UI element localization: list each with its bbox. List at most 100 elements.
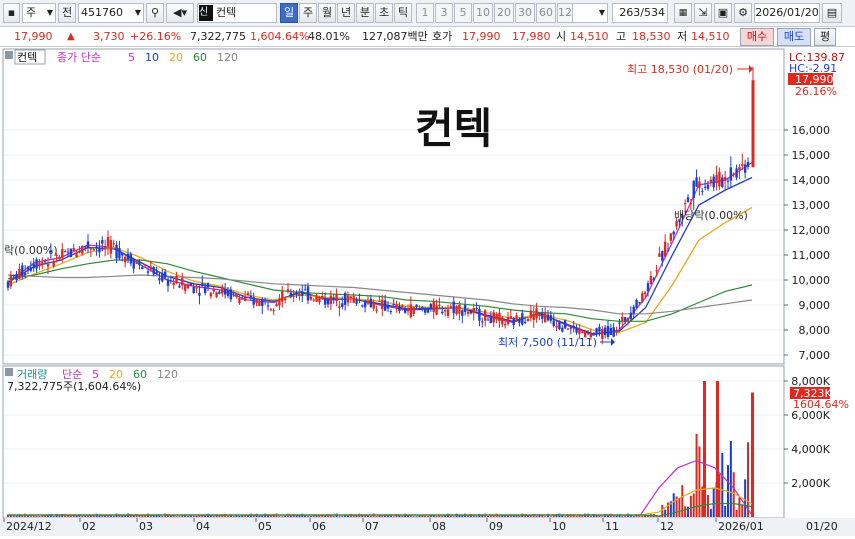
- volume-bar: [309, 515, 312, 517]
- period-tab-0[interactable]: 일: [280, 3, 298, 23]
- candle-body: [532, 313, 535, 320]
- candle-body: [546, 314, 550, 321]
- candle-body: [323, 298, 327, 305]
- volume-bar: [744, 479, 747, 517]
- interval-select[interactable]: ▼: [572, 3, 608, 23]
- candle-body: [138, 262, 141, 265]
- volume-bar: [112, 516, 115, 517]
- volume-bar: [692, 493, 695, 517]
- sell-button[interactable]: 매도: [777, 28, 811, 46]
- candle-body: [401, 305, 404, 308]
- candle-body: [606, 325, 610, 338]
- period-tab-6[interactable]: 틱: [394, 3, 412, 23]
- candle-body: [329, 295, 333, 305]
- calendar-icon[interactable]: ▤: [822, 3, 842, 23]
- candle-body: [458, 304, 461, 314]
- toolbar-square-icon[interactable]: ▪: [3, 3, 20, 23]
- candle-body: [709, 179, 713, 183]
- interval-tab-10[interactable]: 10: [473, 3, 493, 23]
- candle-body: [706, 184, 710, 189]
- volume-bar: [258, 515, 261, 517]
- period-tab-1[interactable]: 주: [299, 3, 317, 23]
- volume-bar: [38, 516, 41, 517]
- volume-bar: [212, 515, 215, 517]
- candle-body: [666, 250, 670, 252]
- zoom-icon[interactable]: ⇲: [694, 3, 712, 23]
- candle-body: [255, 299, 258, 304]
- volume-bar: [695, 433, 698, 517]
- candle-body: [601, 328, 604, 340]
- period-tab-5[interactable]: 초: [375, 3, 393, 23]
- volume-bar: [681, 485, 684, 517]
- candle-body: [409, 304, 413, 318]
- candle-body: [238, 298, 241, 304]
- save-icon[interactable]: ▣: [714, 3, 732, 23]
- volume-bar: [84, 515, 87, 517]
- x-tick-label: 06: [312, 520, 326, 533]
- candle-body: [575, 328, 578, 333]
- speaker-icon[interactable]: ◀▾: [166, 3, 194, 23]
- interval-tab-30[interactable]: 30: [515, 3, 535, 23]
- panel-menu-icon[interactable]: [5, 51, 13, 59]
- volume-bar: [338, 516, 341, 517]
- interval-tab-5[interactable]: 5: [454, 3, 472, 23]
- candle-body: [232, 292, 235, 294]
- buy-button[interactable]: 매수: [740, 28, 774, 46]
- low-label: 저: [677, 30, 688, 43]
- interval-tab-1[interactable]: 1: [416, 3, 434, 23]
- search-icon[interactable]: ⚲: [146, 3, 164, 23]
- candle-body: [658, 253, 661, 257]
- candle-body: [492, 312, 495, 323]
- interval-tab-3[interactable]: 3: [435, 3, 453, 23]
- high-label: 고: [616, 30, 627, 43]
- candle-body: [249, 295, 253, 299]
- volume-bar: [238, 516, 241, 517]
- volume-bar: [544, 516, 547, 517]
- stock-chart[interactable]: 컨텍 종가 단순 5 10 20 60 120 컨텍 최고 18,530 (01/20)…: [0, 48, 855, 536]
- date-field[interactable]: 2026/01/20: [754, 3, 820, 23]
- candle-body: [475, 308, 478, 310]
- candle-body: [301, 291, 304, 296]
- count-field[interactable]: 263/534: [612, 3, 668, 23]
- volume-bar: [81, 515, 84, 517]
- candle-body: [621, 316, 624, 322]
- candle-body: [569, 327, 573, 329]
- grid-icon[interactable]: ▦: [674, 3, 692, 23]
- code-input[interactable]: 451760 ▼: [78, 3, 144, 23]
- candle-body: [58, 256, 61, 260]
- candle-body: [266, 305, 270, 307]
- interval-tab-20[interactable]: 20: [494, 3, 514, 23]
- candle-body: [326, 300, 330, 305]
- candle-body: [312, 299, 315, 301]
- ask-price: 17,990: [462, 30, 501, 43]
- candle-body: [718, 171, 721, 187]
- candle-body: [603, 327, 607, 335]
- volume-bar: [35, 516, 38, 517]
- period-tab-3[interactable]: 년: [337, 3, 355, 23]
- price-change: 3,730: [93, 30, 125, 43]
- market-select[interactable]: 주 ▼: [22, 3, 56, 23]
- volume-bar: [192, 515, 195, 517]
- candle-body: [32, 263, 35, 269]
- new-badge: 신: [199, 5, 213, 21]
- period-tab-2[interactable]: 월: [318, 3, 336, 23]
- volume-menu-icon[interactable]: [5, 368, 13, 376]
- candle-body: [406, 310, 410, 312]
- candle-body: [695, 177, 698, 187]
- volume-bar: [684, 506, 687, 517]
- candle-body: [183, 284, 187, 291]
- vol-tick-label: 4,000K: [791, 443, 830, 456]
- interval-tab-60[interactable]: 60: [536, 3, 556, 23]
- candle-body: [281, 291, 284, 302]
- stock-name-field[interactable]: 신 컨텍: [197, 3, 277, 23]
- candle-body: [701, 190, 704, 192]
- stock-name: 컨텍: [216, 6, 237, 19]
- evaluate-button[interactable]: 평: [814, 28, 836, 46]
- candle-body: [226, 290, 230, 296]
- volume-bar: [724, 506, 727, 517]
- period-tab-4[interactable]: 분: [356, 3, 374, 23]
- gear-icon[interactable]: ⚙: [734, 3, 752, 23]
- volume-bar: [304, 515, 307, 517]
- volume-bar: [347, 515, 349, 517]
- market-code-button[interactable]: 전: [58, 3, 76, 23]
